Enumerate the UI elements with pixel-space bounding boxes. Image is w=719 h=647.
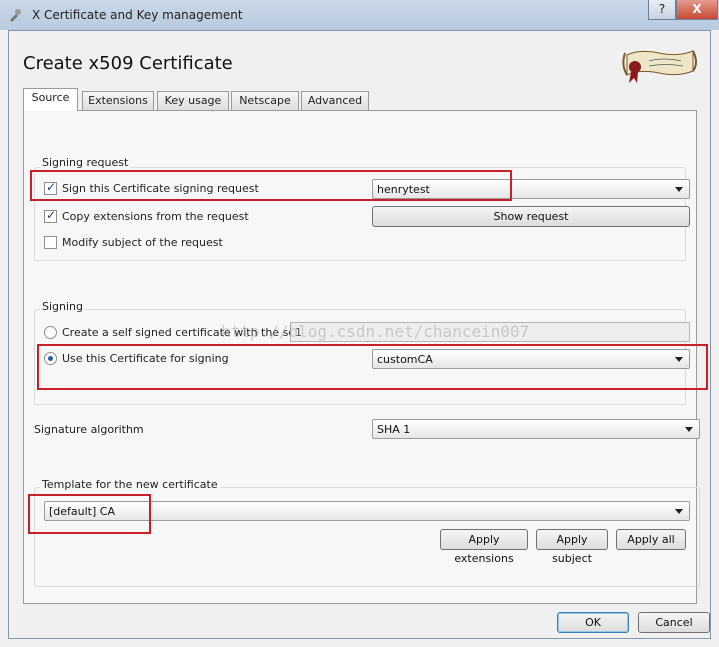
cancel-button[interactable]: Cancel [638, 612, 710, 633]
signature-algorithm-label: Signature algorithm [34, 423, 144, 436]
close-icon: X [692, 2, 702, 16]
modify-subject-label: Modify subject of the request [62, 236, 223, 249]
source-tab-panel: Signing request ✓ Sign this Certificate … [23, 110, 708, 604]
signature-algorithm-value: SHA 1 [377, 423, 411, 436]
checkmark-icon: ✓ [46, 208, 57, 222]
scroll-logo-icon [622, 50, 697, 83]
annotation-highlight-csr [30, 170, 512, 201]
apply-subject-button[interactable]: Apply subject [536, 529, 608, 565]
copy-extensions-checkbox[interactable]: ✓ [44, 208, 57, 223]
signing-title: Signing [40, 300, 86, 313]
chevron-down-icon [675, 187, 683, 192]
apply-extensions-button[interactable]: Apply extensions [440, 529, 528, 565]
tab-source[interactable]: Source [23, 88, 78, 111]
signing-request-title: Signing request [40, 156, 131, 169]
tab-key-usage[interactable]: Key usage [157, 91, 229, 110]
dialog-window: X Certificate and Key management ? X Cre… [0, 0, 719, 647]
window-title: X Certificate and Key management [32, 8, 243, 22]
chevron-down-icon [685, 427, 693, 432]
show-request-button[interactable]: Show request [372, 206, 690, 227]
tab-netscape[interactable]: Netscape [231, 91, 299, 110]
annotation-highlight-template [28, 494, 151, 534]
tab-advanced[interactable]: Advanced [301, 91, 369, 110]
modify-subject-checkbox[interactable] [44, 236, 57, 249]
copy-extensions-label: Copy extensions from the request [62, 210, 249, 223]
self-signed-radio[interactable] [44, 326, 57, 339]
title-bar[interactable]: X Certificate and Key management ? X [0, 0, 719, 30]
apply-all-button[interactable]: Apply all [616, 529, 686, 550]
annotation-highlight-ca [37, 344, 708, 390]
chevron-down-icon [675, 509, 683, 514]
tab-extensions[interactable]: Extensions [82, 91, 154, 110]
close-button[interactable]: X [676, 0, 718, 20]
help-button[interactable]: ? [648, 0, 676, 20]
ok-button[interactable]: OK [557, 612, 629, 633]
app-icon [10, 9, 21, 22]
template-title: Template for the new certificate [40, 478, 220, 491]
signature-algorithm-select[interactable]: SHA 1 [372, 419, 700, 439]
page-title: Create x509 Certificate [23, 53, 233, 74]
watermark-text: http://blog.csdn.net/chancein007 [221, 322, 530, 341]
